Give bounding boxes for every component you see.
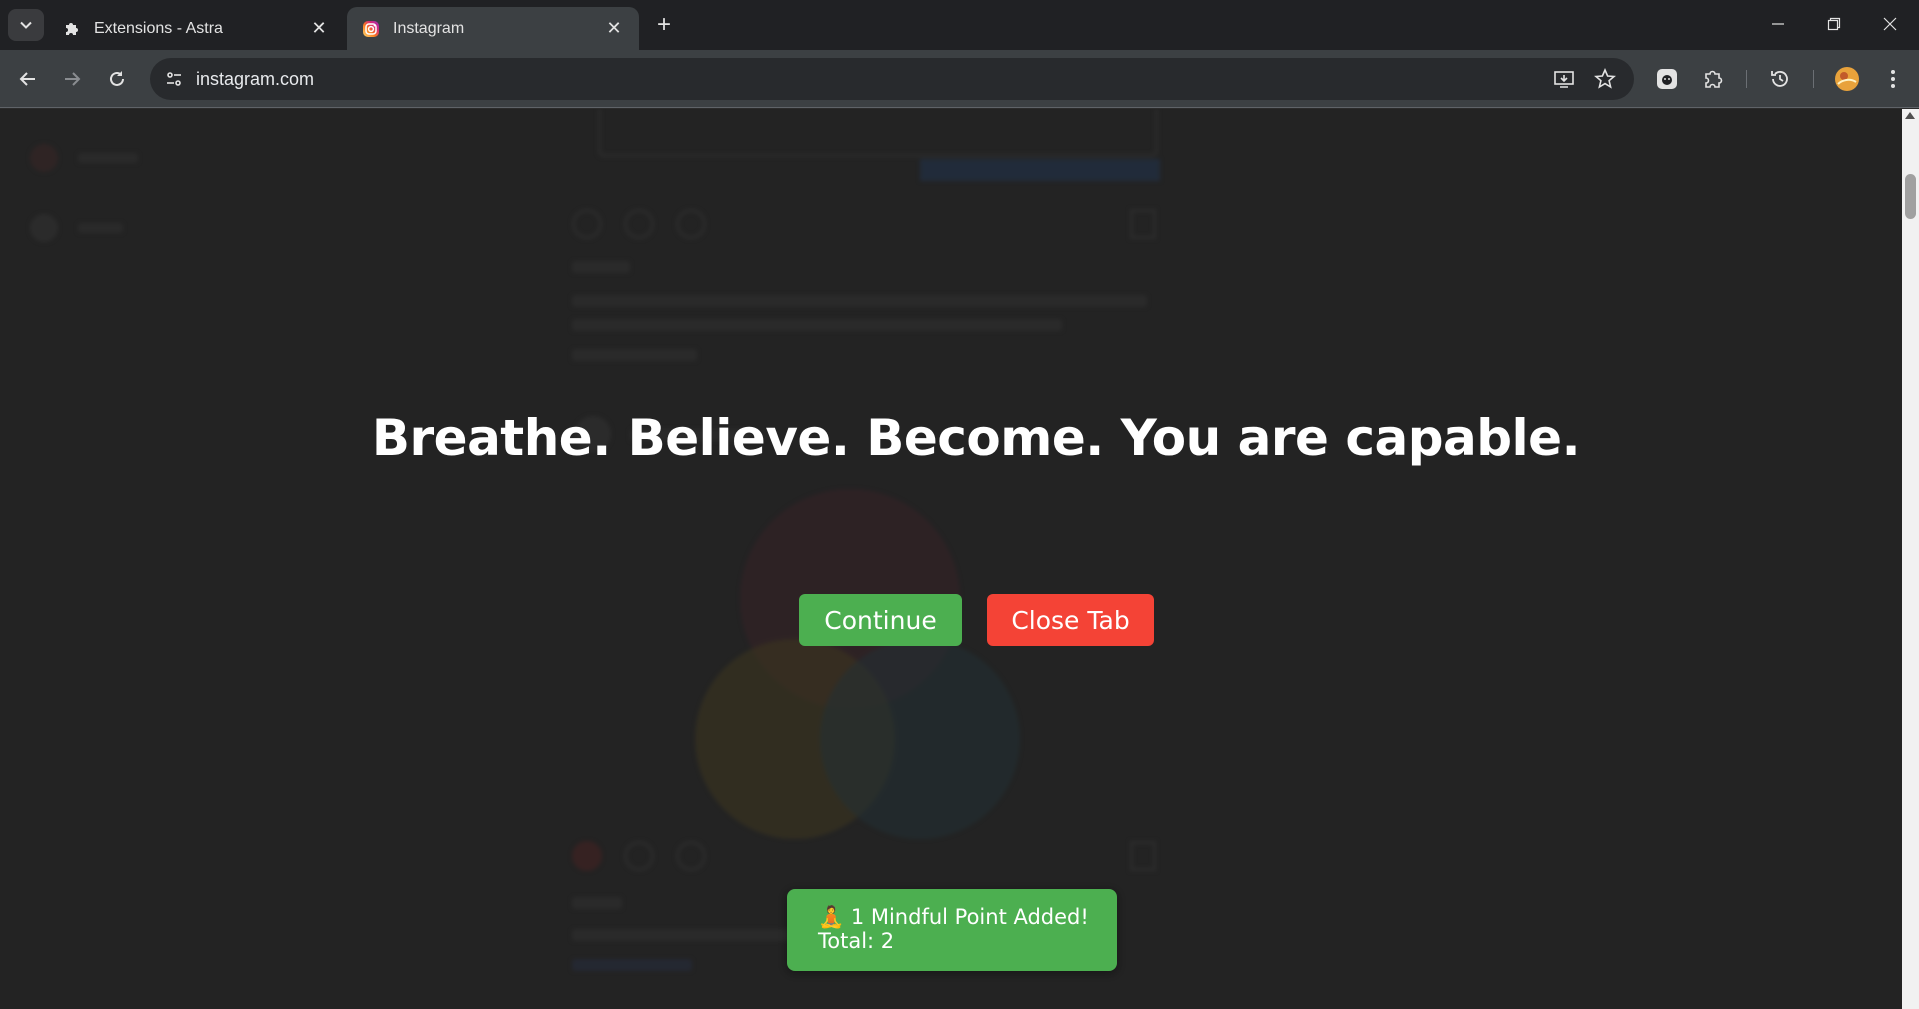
close-icon: [1883, 17, 1897, 31]
new-tab-button[interactable]: +: [650, 11, 678, 39]
close-icon[interactable]: ✕: [603, 18, 625, 40]
address-bar[interactable]: instagram.com: [150, 58, 1634, 100]
affirmation-text: Breathe. Believe. Become. You are capabl…: [371, 409, 1581, 467]
browser-toolbar: instagram.com: [0, 50, 1919, 108]
tab-title: Extensions - Astra: [94, 19, 223, 37]
toolbar-divider: [1746, 70, 1747, 88]
puzzle-icon: [62, 19, 82, 39]
bookmark-star-icon[interactable]: [1593, 67, 1617, 91]
forward-button[interactable]: [54, 61, 90, 97]
minimize-button[interactable]: [1750, 0, 1806, 48]
instagram-page: [0, 109, 1902, 1009]
mindful-overlay: [0, 109, 1902, 1009]
history-icon[interactable]: [1763, 62, 1797, 96]
more-menu-icon[interactable]: [1876, 62, 1910, 96]
continue-button[interactable]: Continue: [799, 594, 962, 646]
window-close-button[interactable]: [1862, 0, 1918, 48]
tab-strip: Extensions - Astra ✕ Instagram ✕ +: [0, 0, 1919, 50]
mindful-points-toast: 🧘 1 Mindful Point Added! Total: 2: [787, 889, 1117, 971]
url-text: instagram.com: [196, 68, 315, 89]
back-button[interactable]: [10, 61, 46, 97]
toast-message: 🧘 1 Mindful Point Added!: [818, 905, 1089, 929]
tab-extensions[interactable]: Extensions - Astra ✕: [48, 7, 344, 50]
profile-avatar[interactable]: [1830, 62, 1864, 96]
instagram-icon: [361, 19, 381, 39]
close-tab-button[interactable]: Close Tab: [987, 594, 1154, 646]
toolbar-divider: [1813, 70, 1814, 88]
install-app-icon[interactable]: [1552, 67, 1576, 91]
tab-search-button[interactable]: [8, 9, 44, 41]
reload-icon: [110, 71, 124, 86]
astra-extension-icon[interactable]: [1650, 62, 1684, 96]
page-scrollbar[interactable]: [1902, 109, 1919, 1009]
tab-instagram[interactable]: Instagram ✕: [347, 7, 639, 50]
restore-button[interactable]: [1806, 0, 1862, 48]
extensions-puzzle-icon[interactable]: [1696, 62, 1730, 96]
reload-button[interactable]: [99, 61, 135, 97]
restore-icon: [1827, 17, 1841, 31]
close-icon[interactable]: ✕: [308, 18, 330, 40]
chevron-down-icon: [20, 21, 32, 29]
arrow-right-icon: [65, 72, 81, 86]
scroll-up-arrow-icon[interactable]: [1905, 112, 1915, 119]
site-settings-icon[interactable]: [154, 58, 194, 100]
toast-total: Total: 2: [818, 929, 895, 953]
tab-title: Instagram: [393, 19, 465, 37]
minimize-icon: [1772, 23, 1784, 25]
scrollbar-thumb[interactable]: [1905, 174, 1916, 219]
arrow-left-icon: [19, 72, 35, 86]
